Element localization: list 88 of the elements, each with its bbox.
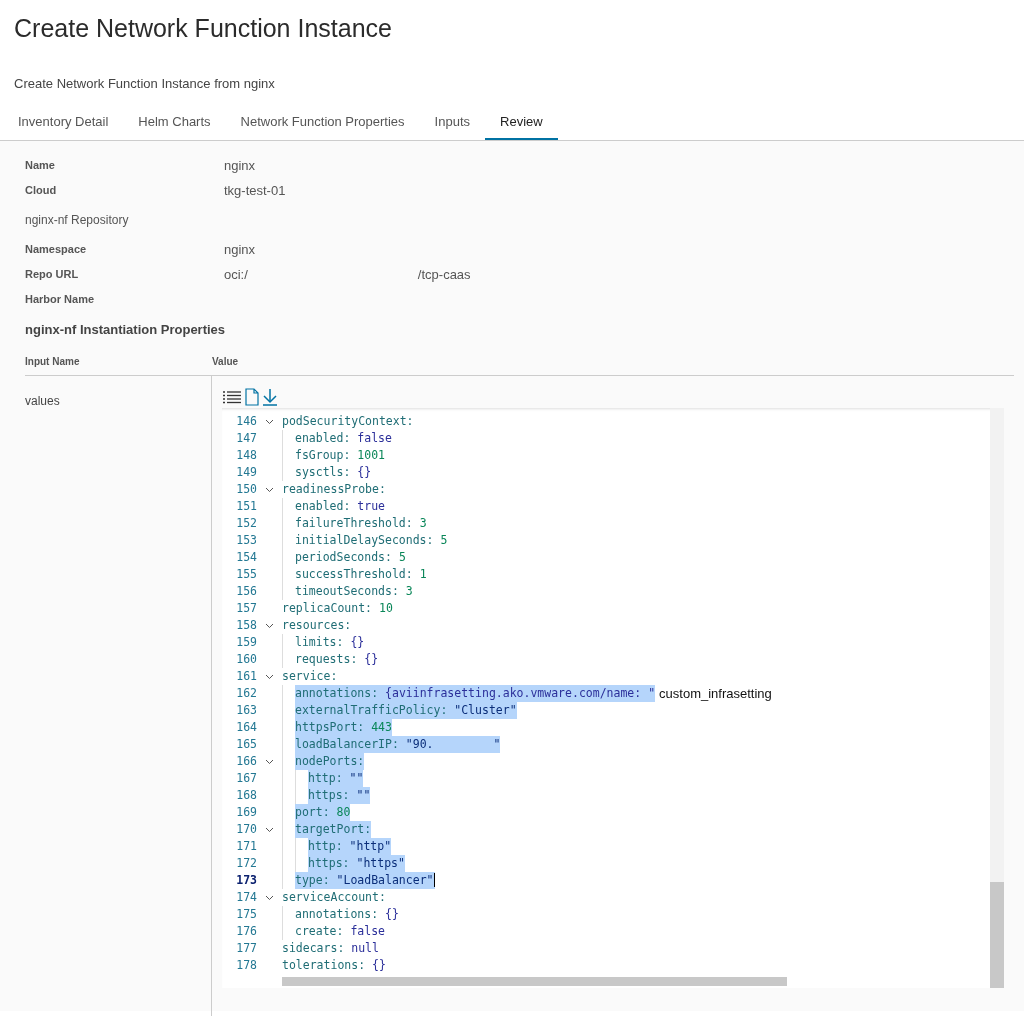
field-value: tkg-test-01: [224, 181, 286, 200]
tab[interactable]: Network Function Properties: [225, 105, 420, 140]
line-number: 149: [235, 463, 257, 481]
code-line: readinessProbe:: [282, 480, 386, 498]
line-number: 153: [235, 531, 257, 549]
line-number: 166: [235, 752, 257, 770]
line-number: 167: [235, 769, 257, 787]
chevron-icon[interactable]: [265, 621, 274, 630]
line-number: 157: [235, 599, 257, 617]
scrollbar-thumb[interactable]: [990, 882, 1004, 988]
code-line: tolerations: {}: [282, 956, 386, 974]
code-line: sysctls: {}: [295, 463, 372, 481]
input-name: values: [25, 394, 60, 408]
line-number: 165: [235, 735, 257, 753]
code-line: fsGroup: 1001: [295, 446, 386, 464]
field-label: Name: [25, 158, 56, 174]
code-line: serviceAccount:: [282, 888, 386, 906]
line-number: 154: [235, 548, 257, 566]
tab[interactable]: Inventory Detail: [3, 105, 124, 140]
code-line: limits: {}: [295, 633, 365, 651]
chevron-icon[interactable]: [265, 672, 274, 681]
line-number: 148: [235, 446, 257, 464]
chevron-icon[interactable]: [265, 893, 274, 902]
chevron-icon[interactable]: [265, 485, 274, 494]
line-number: 175: [235, 905, 257, 923]
line-number: 162: [235, 684, 257, 702]
tab[interactable]: Inputs: [419, 105, 485, 140]
line-number: 164: [235, 718, 257, 736]
field-label: Cloud: [25, 183, 58, 199]
code-line: initialDelaySeconds: 5: [295, 531, 448, 549]
column-header: Input Name: [25, 355, 81, 369]
code-line: sidecars: null: [282, 939, 379, 957]
line-number: 173: [235, 871, 257, 889]
code-line: requests: {}: [295, 650, 379, 668]
chevron-icon[interactable]: [265, 417, 274, 426]
code-line: resources:: [282, 616, 352, 634]
section-subheading: nginx-nf Repository: [25, 212, 129, 229]
chevron-icon[interactable]: [265, 825, 274, 834]
field-value: nginx: [224, 156, 256, 175]
line-number: 161: [235, 667, 257, 685]
scrollbar-thumb[interactable]: [282, 977, 787, 986]
field-label: Harbor Name: [25, 292, 96, 308]
field-value: oci:/: [224, 265, 248, 284]
line-number: 168: [235, 786, 257, 804]
field-label: Namespace: [25, 242, 88, 258]
code-line: podSecurityContext:: [282, 412, 414, 430]
field-value: nginx: [224, 240, 256, 259]
section-heading: nginx-nf Instantiation Properties: [25, 321, 226, 340]
line-number: 155: [235, 565, 257, 583]
line-number: 146: [235, 412, 257, 430]
column-header: Value: [212, 355, 239, 369]
code-line: timeoutSeconds: 3: [295, 582, 413, 600]
code-line: periodSeconds: 5: [295, 548, 406, 566]
tab[interactable]: Helm Charts: [123, 105, 226, 140]
line-number: 177: [235, 939, 257, 957]
line-number: 152: [235, 514, 257, 532]
field-label: Repo URL: [25, 267, 80, 283]
line-number: 172: [235, 854, 257, 872]
line-number: 176: [235, 922, 257, 940]
line-number: 159: [235, 633, 257, 651]
field-value: /tcp-caas: [417, 265, 471, 284]
overlay-text: custom_infrasetting: [659, 684, 772, 703]
line-number: 151: [235, 497, 257, 515]
code-line: replicaCount: 10: [282, 599, 393, 617]
line-number: 150: [235, 480, 257, 498]
line-number: 171: [235, 837, 257, 855]
line-number: 158: [235, 616, 257, 634]
line-number: 156: [235, 582, 257, 600]
line-number: 178: [235, 956, 257, 974]
list-icon[interactable]: [222, 389, 242, 405]
line-number: 147: [235, 429, 257, 447]
download-icon[interactable]: [262, 388, 278, 406]
code-line: annotations: {}: [295, 905, 399, 923]
line-number: 170: [235, 820, 257, 838]
line-number: 174: [235, 888, 257, 906]
page-title: Create Network Function Instance: [13, 13, 393, 43]
code-line: enabled: true: [295, 497, 386, 515]
line-number: 163: [235, 701, 257, 719]
page-subtitle: Create Network Function Instance from nginx: [13, 75, 276, 93]
line-number: 160: [235, 650, 257, 668]
file-icon[interactable]: [245, 388, 259, 406]
code-line: service:: [282, 667, 338, 685]
chevron-icon[interactable]: [265, 757, 274, 766]
code-line: enabled: false: [295, 429, 392, 447]
code-line: create: false: [295, 922, 386, 940]
line-number: 169: [235, 803, 257, 821]
code-line: successThreshold: 1: [295, 565, 427, 583]
code-line: failureThreshold: 3: [295, 514, 427, 532]
